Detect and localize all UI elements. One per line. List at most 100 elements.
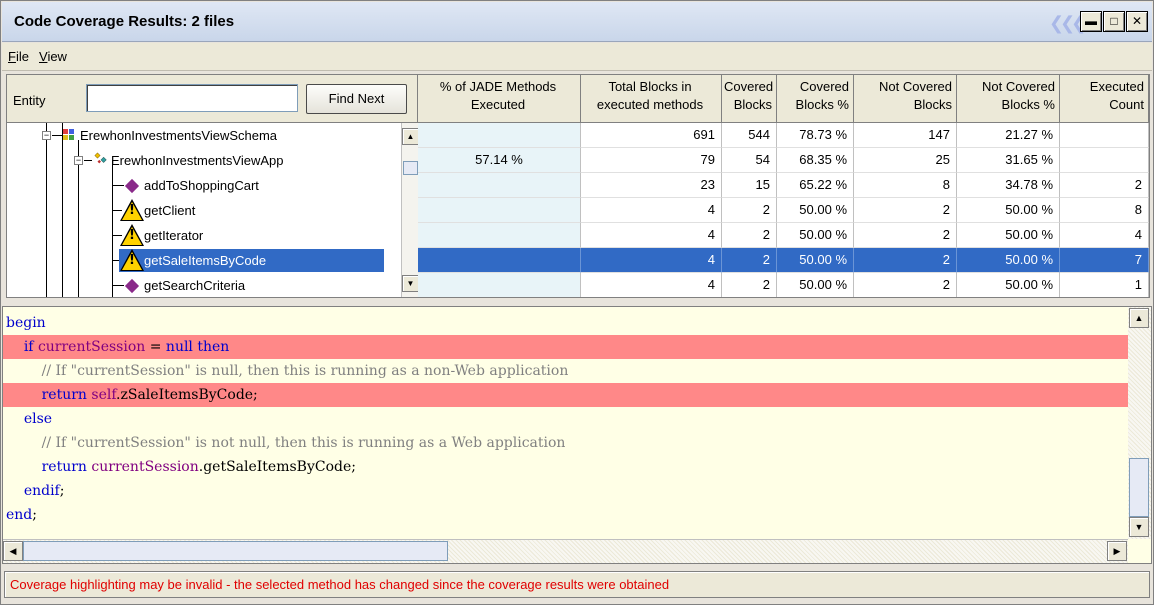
maximize-button[interactable]: □ (1103, 11, 1125, 32)
code-token: endif (23, 483, 60, 499)
column-header-line: Blocks % (1001, 97, 1055, 112)
column-header[interactable]: Covered Blocks % (777, 75, 854, 123)
collapse-icon[interactable]: − (74, 156, 83, 165)
table-cell: 79 (581, 148, 722, 173)
tree-item-label: getSearchCriteria (144, 278, 246, 293)
menu-view[interactable]: View (39, 49, 67, 64)
tree-item-schema[interactable]: − ErewhonInvestmentsViewSchema (7, 123, 401, 148)
table-cell: 8 (854, 173, 957, 198)
code-token: .zSaleItemsByCode; (116, 387, 258, 403)
table-cell: 65.22 % (777, 173, 854, 198)
table-cell: 8 (1060, 198, 1149, 223)
close-button[interactable]: ✕ (1126, 11, 1148, 32)
entity-tree[interactable]: − ErewhonInvestmentsViewSchema − Erewhon… (7, 123, 401, 297)
code-line[interactable]: begin (3, 311, 1128, 335)
table-cell: 2 (722, 248, 777, 273)
tree-item-method[interactable]: getSearchCriteria (7, 273, 401, 297)
code-token: // If "currentSession" is null, then thi… (41, 363, 569, 379)
column-header[interactable]: Covered Blocks (722, 75, 777, 123)
code-token: begin (6, 315, 46, 331)
table-cell: 15 (722, 173, 777, 198)
source-code-view[interactable]: begin if currentSession = null then // I… (2, 306, 1152, 564)
code-line-uncovered[interactable]: return self.zSaleItemsByCode; (3, 383, 1128, 407)
column-header[interactable]: Executed Count (1060, 75, 1149, 123)
column-header-line: Not Covered (879, 79, 952, 94)
code-token: = (145, 339, 166, 355)
column-header-line: Count (1109, 97, 1144, 112)
scroll-down-icon[interactable]: ▼ (1129, 517, 1149, 537)
minimize-button[interactable]: ▬ (1080, 11, 1102, 32)
table-row[interactable]: 691 544 78.73 % 147 21.27 % (418, 123, 1149, 148)
tree-item-label: getClient (144, 203, 196, 218)
tree-item-label: getIterator (144, 228, 204, 243)
table-cell (418, 273, 581, 297)
scroll-right-icon[interactable]: ▶ (1107, 541, 1127, 561)
entity-search-input[interactable] (86, 84, 298, 112)
table-row[interactable]: 57.14 % 79 54 68.35 % 25 31.65 % (418, 148, 1149, 173)
table-cell: 4 (581, 198, 722, 223)
menu-file-mnemonic: F (8, 49, 16, 64)
code-token: currentSession (91, 459, 199, 475)
table-cell: 691 (581, 123, 722, 148)
code-line[interactable]: end; (3, 503, 1128, 527)
code-line-uncovered[interactable]: if currentSession = null then (3, 335, 1128, 359)
code-vscroll-thumb[interactable] (1129, 458, 1149, 517)
code-token: ; (59, 483, 65, 499)
code-line[interactable]: // If "currentSession" is null, then thi… (3, 359, 1128, 383)
table-cell: 2 (854, 273, 957, 297)
column-header-line: Blocks % (795, 97, 849, 112)
coverage-grid[interactable]: % of JADE Methods Executed Total Blocks i… (418, 75, 1149, 297)
tree-item-application[interactable]: − ErewhonInvestmentsViewApp (7, 148, 401, 173)
column-header[interactable]: Not Covered Blocks (854, 75, 957, 123)
code-horizontal-scrollbar[interactable]: ◀ ▶ (3, 539, 1128, 563)
title-bar[interactable]: Code Coverage Results: 2 files ❮❮❮ ▬ □ ✕ (2, 2, 1152, 42)
scroll-down-icon[interactable]: ▼ (402, 275, 419, 292)
column-header-line: Executed (1089, 79, 1144, 94)
find-next-button[interactable]: Find Next (306, 84, 407, 114)
code-line[interactable]: // If "currentSession" is not null, then… (3, 431, 1128, 455)
code-line[interactable]: return currentSession.getSaleItemsByCode… (3, 455, 1128, 479)
tree-item-method[interactable]: addToShoppingCart (7, 173, 401, 198)
table-cell (418, 223, 581, 248)
table-row[interactable]: 23 15 65.22 % 8 34.78 % 2 (418, 173, 1149, 198)
table-cell: 50.00 % (777, 248, 854, 273)
collapse-icon[interactable]: − (42, 131, 51, 140)
table-row[interactable]: 4 2 50.00 % 2 50.00 % 4 (418, 223, 1149, 248)
code-token: .getSaleItemsByCode; (198, 459, 356, 475)
column-header[interactable]: Total Blocks in executed methods (581, 75, 722, 123)
entity-label: Entity (13, 93, 46, 108)
code-line[interactable]: else (3, 407, 1128, 431)
scroll-up-icon[interactable]: ▲ (402, 128, 419, 145)
scroll-up-icon[interactable]: ▲ (1129, 308, 1149, 328)
column-header[interactable]: % of JADE Methods Executed (418, 75, 581, 123)
table-row-selected[interactable]: 4 2 50.00 % 2 50.00 % 7 (418, 248, 1149, 273)
application-icon (94, 152, 107, 164)
table-cell: 23 (581, 173, 722, 198)
tree-item-method[interactable]: ! getClient (7, 198, 401, 223)
collapse-arrows-icon[interactable]: ❮❮❮ (1049, 13, 1086, 34)
table-row[interactable]: 4 2 50.00 % 2 50.00 % 8 (418, 198, 1149, 223)
menu-file[interactable]: File (8, 49, 29, 64)
code-lines[interactable]: begin if currentSession = null then // I… (3, 307, 1128, 539)
table-cell: 2 (854, 248, 957, 273)
method-icon (124, 178, 140, 194)
code-vertical-scrollbar[interactable]: ▲ ▼ (1128, 307, 1151, 539)
tree-item-method[interactable]: ! getIterator (7, 223, 401, 248)
tree-scroll-thumb[interactable] (403, 161, 418, 175)
table-row[interactable]: 4 2 50.00 % 2 50.00 % 1 (418, 273, 1149, 297)
tree-scrollbar[interactable]: ▲ ▼ (401, 123, 419, 297)
column-header[interactable]: Not Covered Blocks % (957, 75, 1060, 123)
column-header-line: executed methods (596, 97, 704, 112)
scroll-left-icon[interactable]: ◀ (3, 541, 23, 561)
tree-item-method-selected[interactable]: ! getSaleItemsByCode (7, 248, 401, 273)
table-cell (418, 123, 581, 148)
table-cell: 57.14 % (418, 148, 581, 173)
code-hscroll-thumb[interactable] (23, 541, 448, 561)
table-cell: 2 (722, 273, 777, 297)
code-line[interactable]: endif; (3, 479, 1128, 503)
tree-item-label: getSaleItemsByCode (144, 253, 267, 268)
